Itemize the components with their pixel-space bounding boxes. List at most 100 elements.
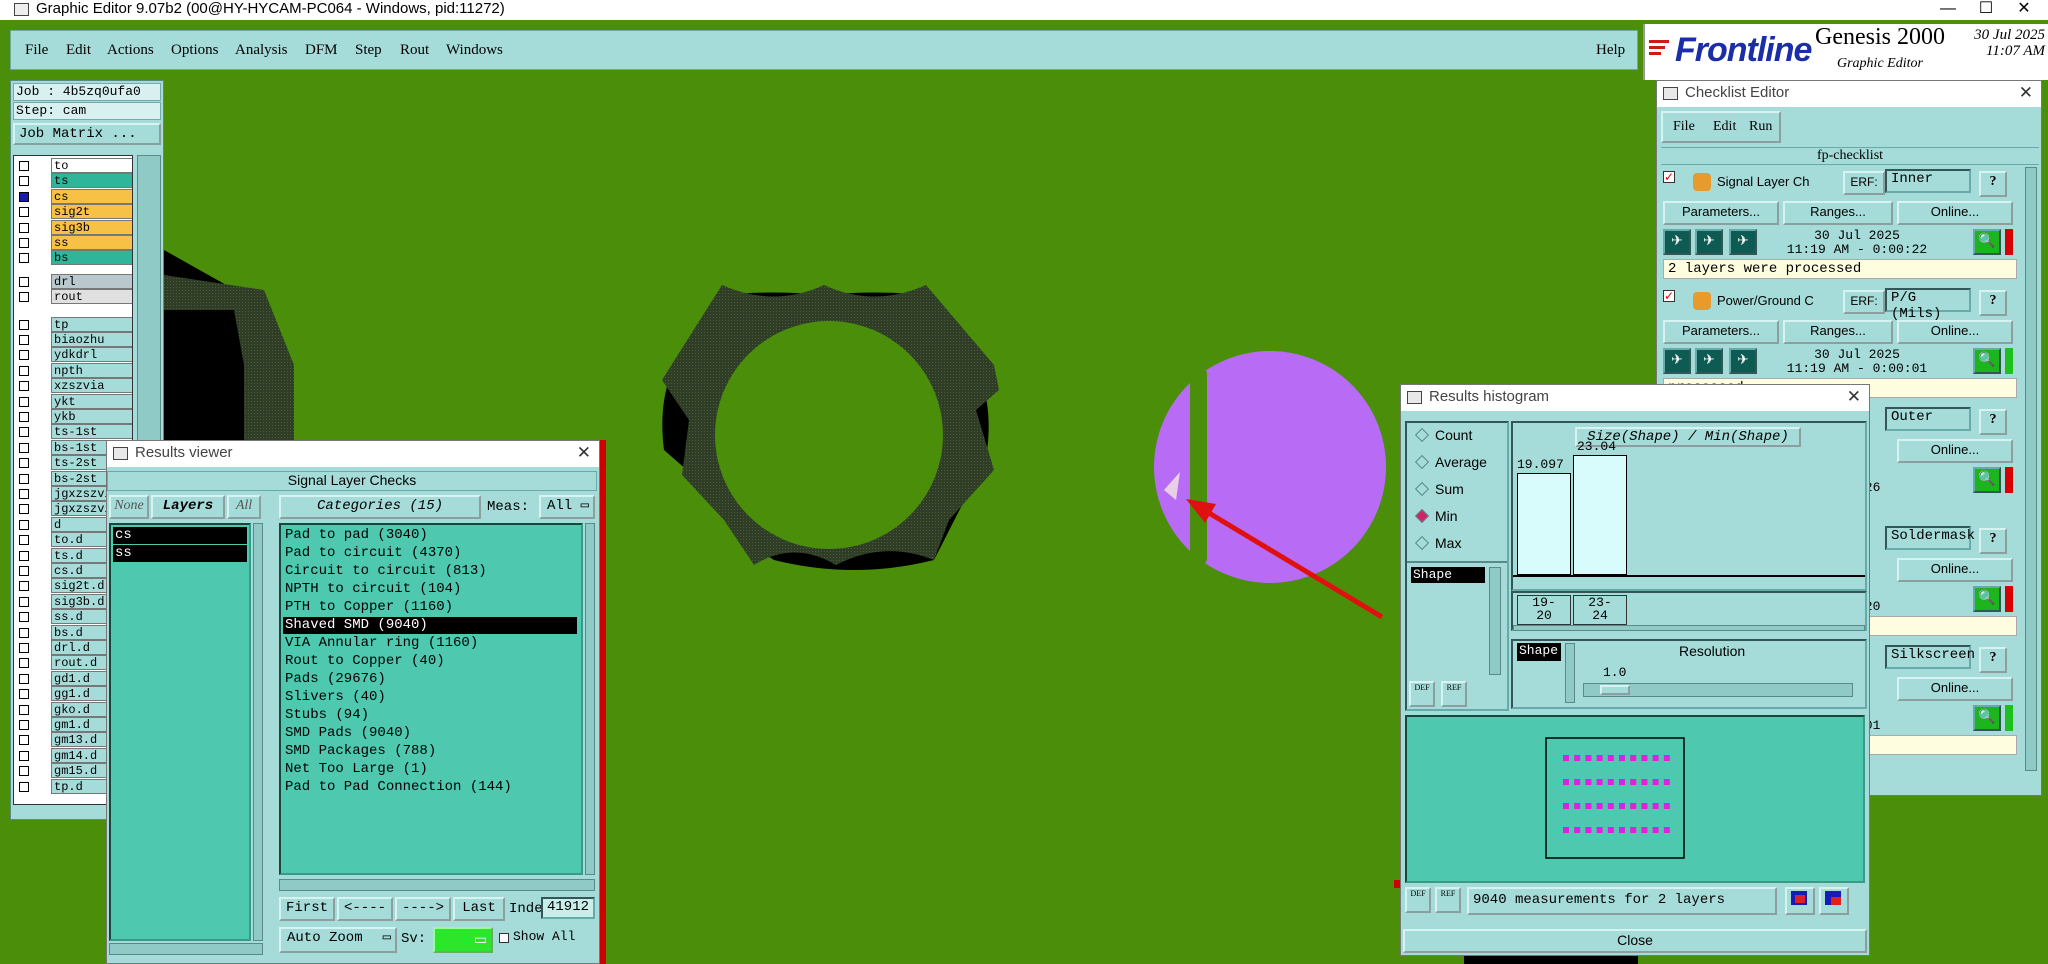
category-item[interactable]: Slivers (40) <box>283 689 386 706</box>
action-checkbox[interactable]: ✓ <box>1663 171 1675 183</box>
layer-checkbox[interactable] <box>19 350 29 361</box>
layer-row[interactable]: npth <box>14 362 132 379</box>
layer-checkbox[interactable] <box>19 442 29 453</box>
layer-name[interactable]: sig3b <box>51 219 132 235</box>
layer-checkbox[interactable] <box>19 335 29 345</box>
layer-row[interactable]: tp <box>14 316 132 333</box>
layer-checkbox[interactable] <box>19 458 29 469</box>
layer-row[interactable]: bs <box>14 250 132 266</box>
meas-select[interactable]: All ▭ <box>539 495 595 519</box>
category-item[interactable]: PTH to Copper (1160) <box>283 599 453 616</box>
layer-row[interactable]: ts-1st <box>14 424 132 440</box>
erf-button[interactable]: ERF: <box>1843 171 1885 195</box>
results-icon[interactable]: 🔍 <box>1973 586 2001 612</box>
layer-name[interactable]: npth <box>51 362 132 378</box>
stop-icon[interactable]: ✈ <box>1729 348 1757 374</box>
online-button[interactable]: Online... <box>1897 439 2013 463</box>
category-item[interactable]: Pad to circuit (4370) <box>283 545 461 562</box>
run-selected-icon[interactable]: ✈ <box>1695 229 1723 255</box>
layer-list-vscroll[interactable] <box>253 523 263 941</box>
layer-checkbox[interactable] <box>19 550 29 561</box>
layer-row[interactable]: drl <box>14 273 132 290</box>
action-checkbox[interactable]: ✓ <box>1663 290 1675 302</box>
layer-name[interactable]: ss <box>51 235 132 250</box>
results-icon[interactable]: 🔍 <box>1973 348 2001 374</box>
layer-checkbox[interactable] <box>19 381 29 392</box>
layer-name[interactable]: ydkdrl <box>51 347 132 363</box>
layer-checkbox[interactable] <box>19 535 29 546</box>
menu-options[interactable]: Options <box>171 42 219 59</box>
layer-row[interactable]: ykt <box>14 393 132 410</box>
erf-button[interactable]: ERF: <box>1843 290 1885 314</box>
layer-checkbox[interactable] <box>19 612 29 623</box>
layer-checkbox[interactable] <box>19 566 29 576</box>
ref-button[interactable]: REF <box>1441 681 1467 707</box>
layer-checkbox[interactable] <box>19 412 29 422</box>
last-button[interactable]: Last <box>453 897 505 921</box>
parameters-button[interactable]: Parameters... <box>1663 201 1779 225</box>
category-item[interactable]: Circuit to circuit (813) <box>283 563 487 580</box>
erf-value[interactable]: Soldermask <box>1885 526 1975 550</box>
menu-analysis[interactable]: Analysis <box>235 42 288 59</box>
help-icon[interactable]: ? <box>1979 647 2007 673</box>
layer-row[interactable]: biaozhu <box>14 332 132 348</box>
menu-help[interactable]: Help <box>1596 42 1625 59</box>
category-item[interactable]: Stubs (94) <box>283 707 369 724</box>
category-item[interactable]: VIA Annular ring (1160) <box>283 635 478 652</box>
layer-name[interactable]: bs <box>51 250 132 266</box>
run-icon[interactable]: ✈ <box>1663 348 1691 374</box>
layer-checkbox[interactable] <box>19 766 29 777</box>
layer-checkbox[interactable] <box>19 427 29 438</box>
shape-item[interactable]: Shape <box>1411 567 1485 583</box>
layer-name[interactable]: rout <box>51 289 132 305</box>
run-selected-icon[interactable]: ✈ <box>1695 348 1723 374</box>
layer-row[interactable]: ss <box>14 235 132 251</box>
none-button[interactable]: None <box>109 495 149 519</box>
online-button[interactable]: Online... <box>1897 201 2013 225</box>
close-icon[interactable]: ✕ <box>2019 81 2033 105</box>
layer-name[interactable]: to <box>51 158 132 173</box>
layer-checkbox[interactable] <box>19 720 29 730</box>
layer-checkbox[interactable] <box>19 704 29 715</box>
layer-name[interactable]: drl <box>51 273 132 289</box>
category-item[interactable]: Pads (29676) <box>283 671 386 688</box>
erf-value[interactable]: P/G (Mils) <box>1885 288 1971 322</box>
layer-checkbox[interactable] <box>19 489 29 499</box>
online-button[interactable]: Online... <box>1897 677 2013 701</box>
layer-name[interactable]: tp <box>51 316 132 332</box>
layer-checkbox[interactable] <box>19 253 29 264</box>
layer-result-item[interactable]: ss <box>113 545 247 562</box>
layer-checkbox[interactable] <box>19 504 29 515</box>
help-icon[interactable]: ? <box>1979 409 2007 435</box>
ranges-button[interactable]: Ranges... <box>1783 201 1893 225</box>
resolution-slider-thumb[interactable] <box>1600 685 1630 695</box>
auto-zoom-select[interactable]: Auto Zoom ▭ <box>279 927 397 953</box>
erf-value[interactable]: Inner <box>1885 169 1971 193</box>
layer-checkbox[interactable] <box>19 750 29 761</box>
layer-name[interactable]: xzszvia <box>51 378 132 394</box>
help-icon[interactable]: ? <box>1979 171 2007 197</box>
results-icon[interactable]: 🔍 <box>1973 705 2001 731</box>
parameters-button[interactable]: Parameters... <box>1663 320 1779 344</box>
layer-name[interactable]: ykt <box>51 393 132 409</box>
layer-name[interactable]: ts-1st <box>51 424 132 440</box>
category-list-vscroll[interactable] <box>585 523 595 875</box>
layer-checkbox[interactable] <box>19 191 29 202</box>
erf-value[interactable]: Silkscreen <box>1885 645 1975 669</box>
layer-checkbox[interactable] <box>19 222 29 233</box>
layer-name[interactable]: ts <box>51 173 132 189</box>
results-icon[interactable]: 🔍 <box>1973 467 2001 493</box>
close-icon[interactable]: ✕ <box>577 441 591 465</box>
layer-checkbox[interactable] <box>19 292 29 303</box>
layer-checkbox[interactable] <box>19 596 29 607</box>
checklist-vscroll[interactable] <box>2025 167 2037 771</box>
layer-checkbox[interactable] <box>19 658 29 669</box>
layer-checkbox[interactable] <box>19 276 29 287</box>
layer-row[interactable]: ykb <box>14 409 132 425</box>
checklist-menu-file[interactable]: File <box>1673 119 1695 135</box>
online-button[interactable]: Online... <box>1897 558 2013 582</box>
category-item[interactable]: Pad to pad (3040) <box>283 527 428 544</box>
job-matrix-button[interactable]: Job Matrix ... <box>13 123 161 145</box>
layer-name[interactable]: biaozhu <box>51 332 132 347</box>
sv-select[interactable]: ▭ <box>433 927 493 953</box>
